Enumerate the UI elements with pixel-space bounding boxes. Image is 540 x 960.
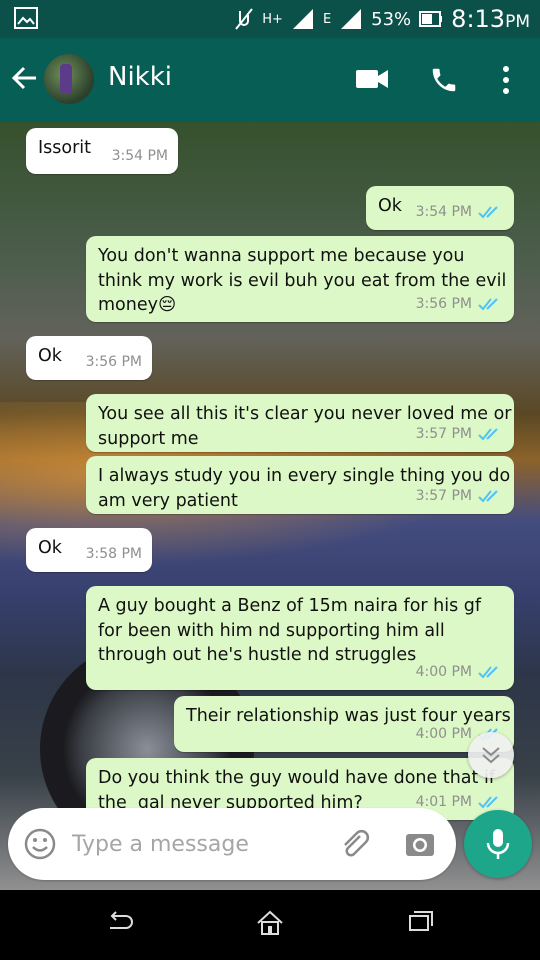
- clock: 8:13PM: [451, 5, 530, 33]
- message-bubble[interactable]: A guy bought a Benz of 15m naira for his…: [86, 586, 514, 690]
- message-bubble[interactable]: Ok 3:58 PM: [26, 528, 152, 572]
- message-time: 3:56 PM: [85, 353, 142, 370]
- signal-icon: [292, 9, 313, 29]
- back-icon[interactable]: [104, 910, 134, 934]
- message-meta: 3:56 PM: [86, 350, 142, 375]
- message-time: 3:56 PM: [415, 295, 472, 312]
- message-time: 3:57 PM: [415, 487, 472, 504]
- message-bubble[interactable]: Issorit 3:54 PM: [26, 128, 178, 174]
- home-icon[interactable]: [256, 910, 284, 936]
- read-receipt-icon: [478, 298, 498, 311]
- message-composer: [8, 808, 456, 880]
- message-bubble[interactable]: You see all this it's clear you never lo…: [86, 394, 514, 452]
- microphone-button[interactable]: [464, 810, 532, 878]
- message-text: Issorit: [38, 138, 92, 158]
- message-meta: 3:57 PM: [416, 484, 502, 509]
- microphone-icon: [486, 829, 510, 859]
- system-nav-bar: [0, 890, 540, 960]
- message-meta: 3:58 PM: [86, 542, 142, 567]
- read-receipt-icon: [478, 796, 498, 809]
- battery-icon: [419, 11, 443, 27]
- network-type-h: H+: [262, 11, 283, 27]
- image-notification-icon: [14, 7, 38, 29]
- read-receipt-icon: [478, 206, 498, 219]
- message-time: 3:54 PM: [111, 147, 168, 164]
- message-meta: 3:57 PM: [416, 422, 502, 447]
- recent-apps-icon[interactable]: [408, 910, 434, 932]
- message-time: 3:54 PM: [415, 203, 472, 220]
- video-camera-icon[interactable]: [356, 68, 388, 90]
- mute-icon: [235, 8, 254, 30]
- message-time: 4:00 PM: [415, 663, 472, 680]
- message-bubble[interactable]: You don't wanna support me because you t…: [86, 236, 514, 322]
- contact-name[interactable]: Nikki: [108, 62, 172, 92]
- phone-icon[interactable]: [429, 65, 459, 95]
- message-meta: 4:00 PM: [416, 660, 502, 685]
- message-bubble[interactable]: Ok 3:54 PM: [366, 186, 514, 230]
- message-input[interactable]: [70, 826, 324, 862]
- read-receipt-icon: [478, 490, 498, 503]
- message-text: Ok: [38, 346, 62, 366]
- camera-icon[interactable]: [404, 828, 436, 860]
- message-time: 3:58 PM: [85, 545, 142, 562]
- message-bubble[interactable]: I always study you in every single thing…: [86, 456, 514, 514]
- signal-icon-2: [341, 9, 362, 29]
- message-bubble[interactable]: Their relationship was just four years 4…: [174, 696, 514, 752]
- message-time: 4:00 PM: [415, 725, 472, 742]
- status-indicators: H+ E 53% 8:13PM: [234, 4, 530, 34]
- network-type-e: E: [322, 11, 332, 27]
- read-receipt-icon: [478, 428, 498, 441]
- paperclip-icon[interactable]: [338, 828, 372, 862]
- message-bubble[interactable]: Ok 3:56 PM: [26, 336, 152, 380]
- avatar[interactable]: [44, 54, 94, 104]
- more-vertical-icon[interactable]: [500, 65, 512, 95]
- message-time: 3:57 PM: [415, 425, 472, 442]
- message-text: A guy bought a Benz of 15m naira for his…: [98, 596, 482, 665]
- message-meta: 3:54 PM: [416, 200, 502, 225]
- battery-percent: 53%: [371, 8, 412, 30]
- scroll-to-bottom-button[interactable]: [468, 732, 514, 778]
- chevron-double-down-icon: [482, 747, 500, 764]
- arrow-left-icon[interactable]: [10, 64, 38, 92]
- status-bar: H+ E 53% 8:13PM: [0, 0, 540, 38]
- message-text: Ok: [378, 196, 402, 216]
- smiley-icon[interactable]: [24, 828, 56, 860]
- message-meta: 3:54 PM: [112, 144, 168, 169]
- chat-area[interactable]: Issorit 3:54 PM Ok 3:54 PM You don't wan…: [0, 122, 540, 890]
- message-text: Ok: [38, 538, 62, 558]
- message-meta: 3:56 PM: [416, 292, 502, 317]
- read-receipt-icon: [478, 666, 498, 679]
- chat-header: Nikki: [0, 38, 540, 122]
